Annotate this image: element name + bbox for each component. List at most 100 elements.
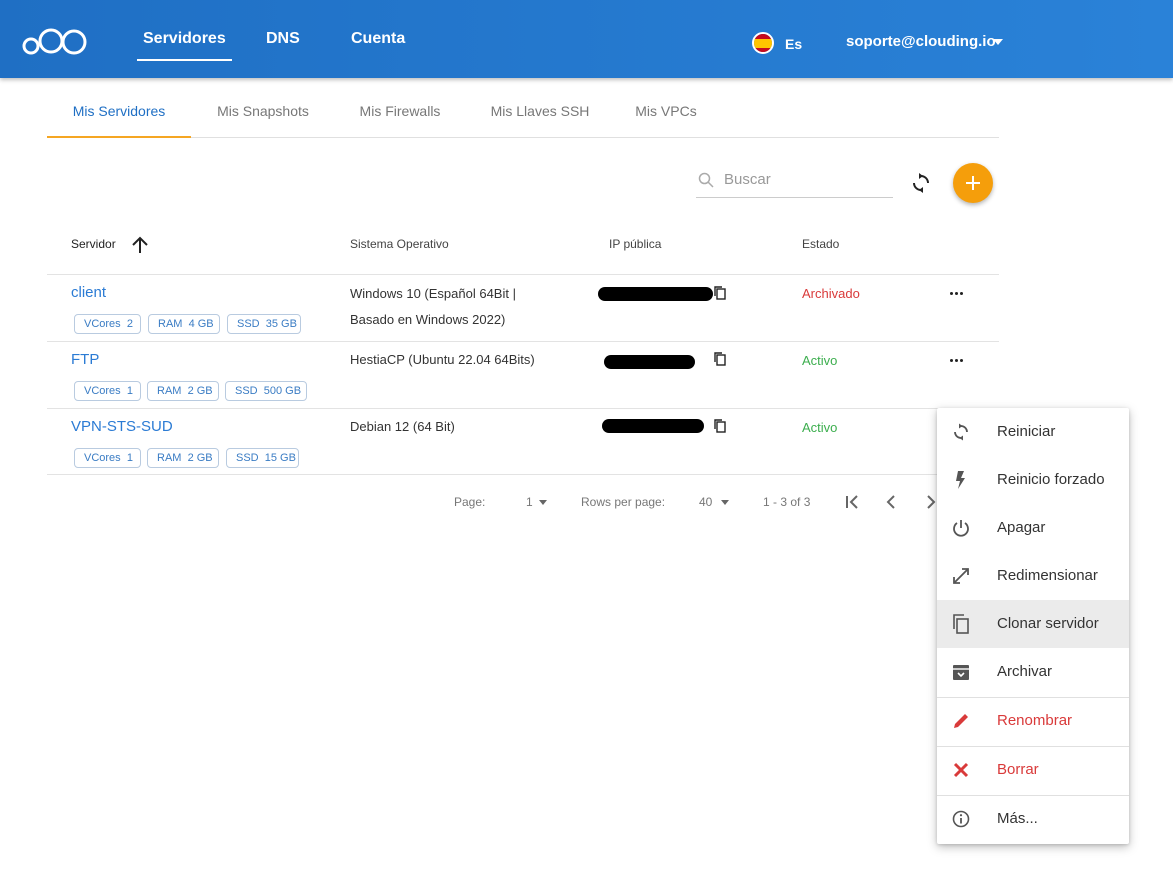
chip-value: 1 xyxy=(126,452,133,464)
ip-redacted xyxy=(598,287,713,301)
menu-item-reinicio-forzado[interactable]: Reinicio forzado xyxy=(937,456,1129,504)
copy-icon xyxy=(953,614,969,634)
next-page-icon[interactable] xyxy=(926,494,936,510)
vcores-chip: VCores 2 xyxy=(74,314,141,334)
os-line: Windows 10 (Español 64Bit | xyxy=(350,286,516,301)
search-input[interactable] xyxy=(724,167,884,191)
server-name-link[interactable]: VPN-STS-SUD xyxy=(71,418,173,435)
divider xyxy=(47,474,999,475)
vcores-chip: VCores 1 xyxy=(74,448,141,468)
os-line: HestiaCP (Ubuntu 22.04 64Bits) xyxy=(350,352,535,367)
chip-label: SSD xyxy=(236,452,259,464)
page-select[interactable]: 1 xyxy=(526,495,533,509)
top-navbar: Servidores DNS Cuenta Es soporte@cloudin… xyxy=(0,0,1173,78)
spain-flag-icon[interactable] xyxy=(752,32,774,54)
ip-redacted xyxy=(602,419,704,433)
menu-item-label: Más... xyxy=(997,810,1038,827)
menu-item-archivar[interactable]: Archivar xyxy=(937,648,1129,696)
menu-item-apagar[interactable]: Apagar xyxy=(937,504,1129,552)
tab-mis-vpcs[interactable]: Mis VPCs xyxy=(615,90,717,137)
menu-item-redimensionar[interactable]: Redimensionar xyxy=(937,552,1129,600)
power-icon xyxy=(953,520,969,537)
previous-page-icon[interactable] xyxy=(886,494,896,510)
chip-value: 2 GB xyxy=(187,385,213,397)
server-name-link[interactable]: FTP xyxy=(71,351,99,368)
os-text: Windows 10 (Español 64Bit | Basado en Wi… xyxy=(350,281,516,333)
ssd-chip: SSD 35 GB xyxy=(227,314,301,334)
copy-icon[interactable] xyxy=(714,286,726,300)
tab-mis-llaves-ssh[interactable]: Mis Llaves SSH xyxy=(465,90,615,137)
ram-chip: RAM 2 GB xyxy=(147,448,219,468)
menu-item-label: Redimensionar xyxy=(997,567,1098,584)
chip-value: 2 GB xyxy=(187,452,213,464)
menu-item-reiniciar[interactable]: Reiniciar xyxy=(937,408,1129,456)
caret-down-icon[interactable] xyxy=(721,500,729,505)
chip-label: RAM xyxy=(157,452,182,464)
page-range: 1 - 3 of 3 xyxy=(763,495,811,509)
ram-chip: RAM 4 GB xyxy=(148,314,220,334)
caret-down-icon[interactable] xyxy=(539,500,547,505)
status-badge: Archivado xyxy=(802,286,860,301)
chip-label: VCores xyxy=(84,318,121,330)
divider xyxy=(47,408,999,409)
os-line: Basado en Windows 2022) xyxy=(350,312,506,327)
first-page-icon[interactable] xyxy=(845,494,859,510)
info-icon xyxy=(952,810,970,828)
chip-value: 35 GB xyxy=(265,318,297,330)
sort-arrow-up-icon[interactable] xyxy=(131,236,149,254)
page-label: Page: xyxy=(454,495,486,509)
ram-chip: RAM 2 GB xyxy=(147,381,219,401)
chip-label: VCores xyxy=(84,452,121,464)
resize-icon xyxy=(953,568,969,584)
copy-icon[interactable] xyxy=(714,419,726,433)
chip-value: 500 GB xyxy=(263,385,302,397)
divider xyxy=(47,341,999,342)
menu-item-clonar-servidor[interactable]: Clonar servidor xyxy=(937,600,1129,648)
header-servidor[interactable]: Servidor xyxy=(71,237,116,251)
rows-per-page-select[interactable]: 40 xyxy=(699,495,712,509)
divider xyxy=(47,274,999,275)
more-options-icon[interactable] xyxy=(948,287,966,301)
status-badge: Activo xyxy=(802,420,838,435)
tab-mis-snapshots[interactable]: Mis Snapshots xyxy=(191,90,335,137)
nav-dns[interactable]: DNS xyxy=(266,30,300,48)
chip-label: VCores xyxy=(84,385,121,397)
nav-cuenta[interactable]: Cuenta xyxy=(351,30,405,48)
chip-label: SSD xyxy=(237,318,260,330)
nav-servidores[interactable]: Servidores xyxy=(137,30,232,61)
menu-item-borrar[interactable]: Borrar xyxy=(937,746,1129,794)
tab-mis-firewalls[interactable]: Mis Firewalls xyxy=(335,90,465,137)
chip-label: SSD xyxy=(235,385,258,397)
language-label[interactable]: Es xyxy=(785,36,802,52)
ssd-chip: SSD 500 GB xyxy=(225,381,307,401)
add-server-button[interactable] xyxy=(953,163,993,203)
chip-label: RAM xyxy=(157,385,182,397)
header-estado: Estado xyxy=(802,237,840,251)
menu-item-mas[interactable]: Más... xyxy=(937,795,1129,843)
search-box xyxy=(696,163,893,198)
copy-icon[interactable] xyxy=(714,352,726,366)
clouding-logo-icon[interactable] xyxy=(22,26,88,56)
menu-item-label: Borrar xyxy=(997,761,1039,778)
os-text: Debian 12 (64 Bit) xyxy=(350,414,455,440)
pencil-icon xyxy=(954,714,968,728)
menu-item-label: Reinicio forzado xyxy=(997,471,1105,488)
menu-item-label: Apagar xyxy=(997,519,1046,536)
more-options-icon[interactable] xyxy=(948,354,966,368)
header-ip-publica: IP pública xyxy=(609,237,662,251)
refresh-icon xyxy=(954,423,968,441)
menu-item-renombrar[interactable]: Renombrar xyxy=(937,697,1129,745)
server-name-link[interactable]: client xyxy=(71,284,106,301)
chevron-down-icon[interactable] xyxy=(993,39,1003,45)
server-actions-menu: Reiniciar Reinicio forzado Apagar Redime… xyxy=(937,408,1129,844)
ssd-chip: SSD 15 GB xyxy=(226,448,299,468)
rows-per-page-label: Rows per page: xyxy=(581,495,666,509)
x-icon xyxy=(953,762,969,778)
menu-item-label: Clonar servidor xyxy=(997,615,1099,632)
tab-mis-servidores[interactable]: Mis Servidores xyxy=(47,90,191,138)
os-line: Debian 12 (64 Bit) xyxy=(350,419,455,434)
refresh-icon[interactable] xyxy=(910,172,932,194)
vcores-chip: VCores 1 xyxy=(74,381,141,401)
account-menu[interactable]: soporte@clouding.io xyxy=(846,33,996,50)
archive-icon xyxy=(953,665,969,680)
